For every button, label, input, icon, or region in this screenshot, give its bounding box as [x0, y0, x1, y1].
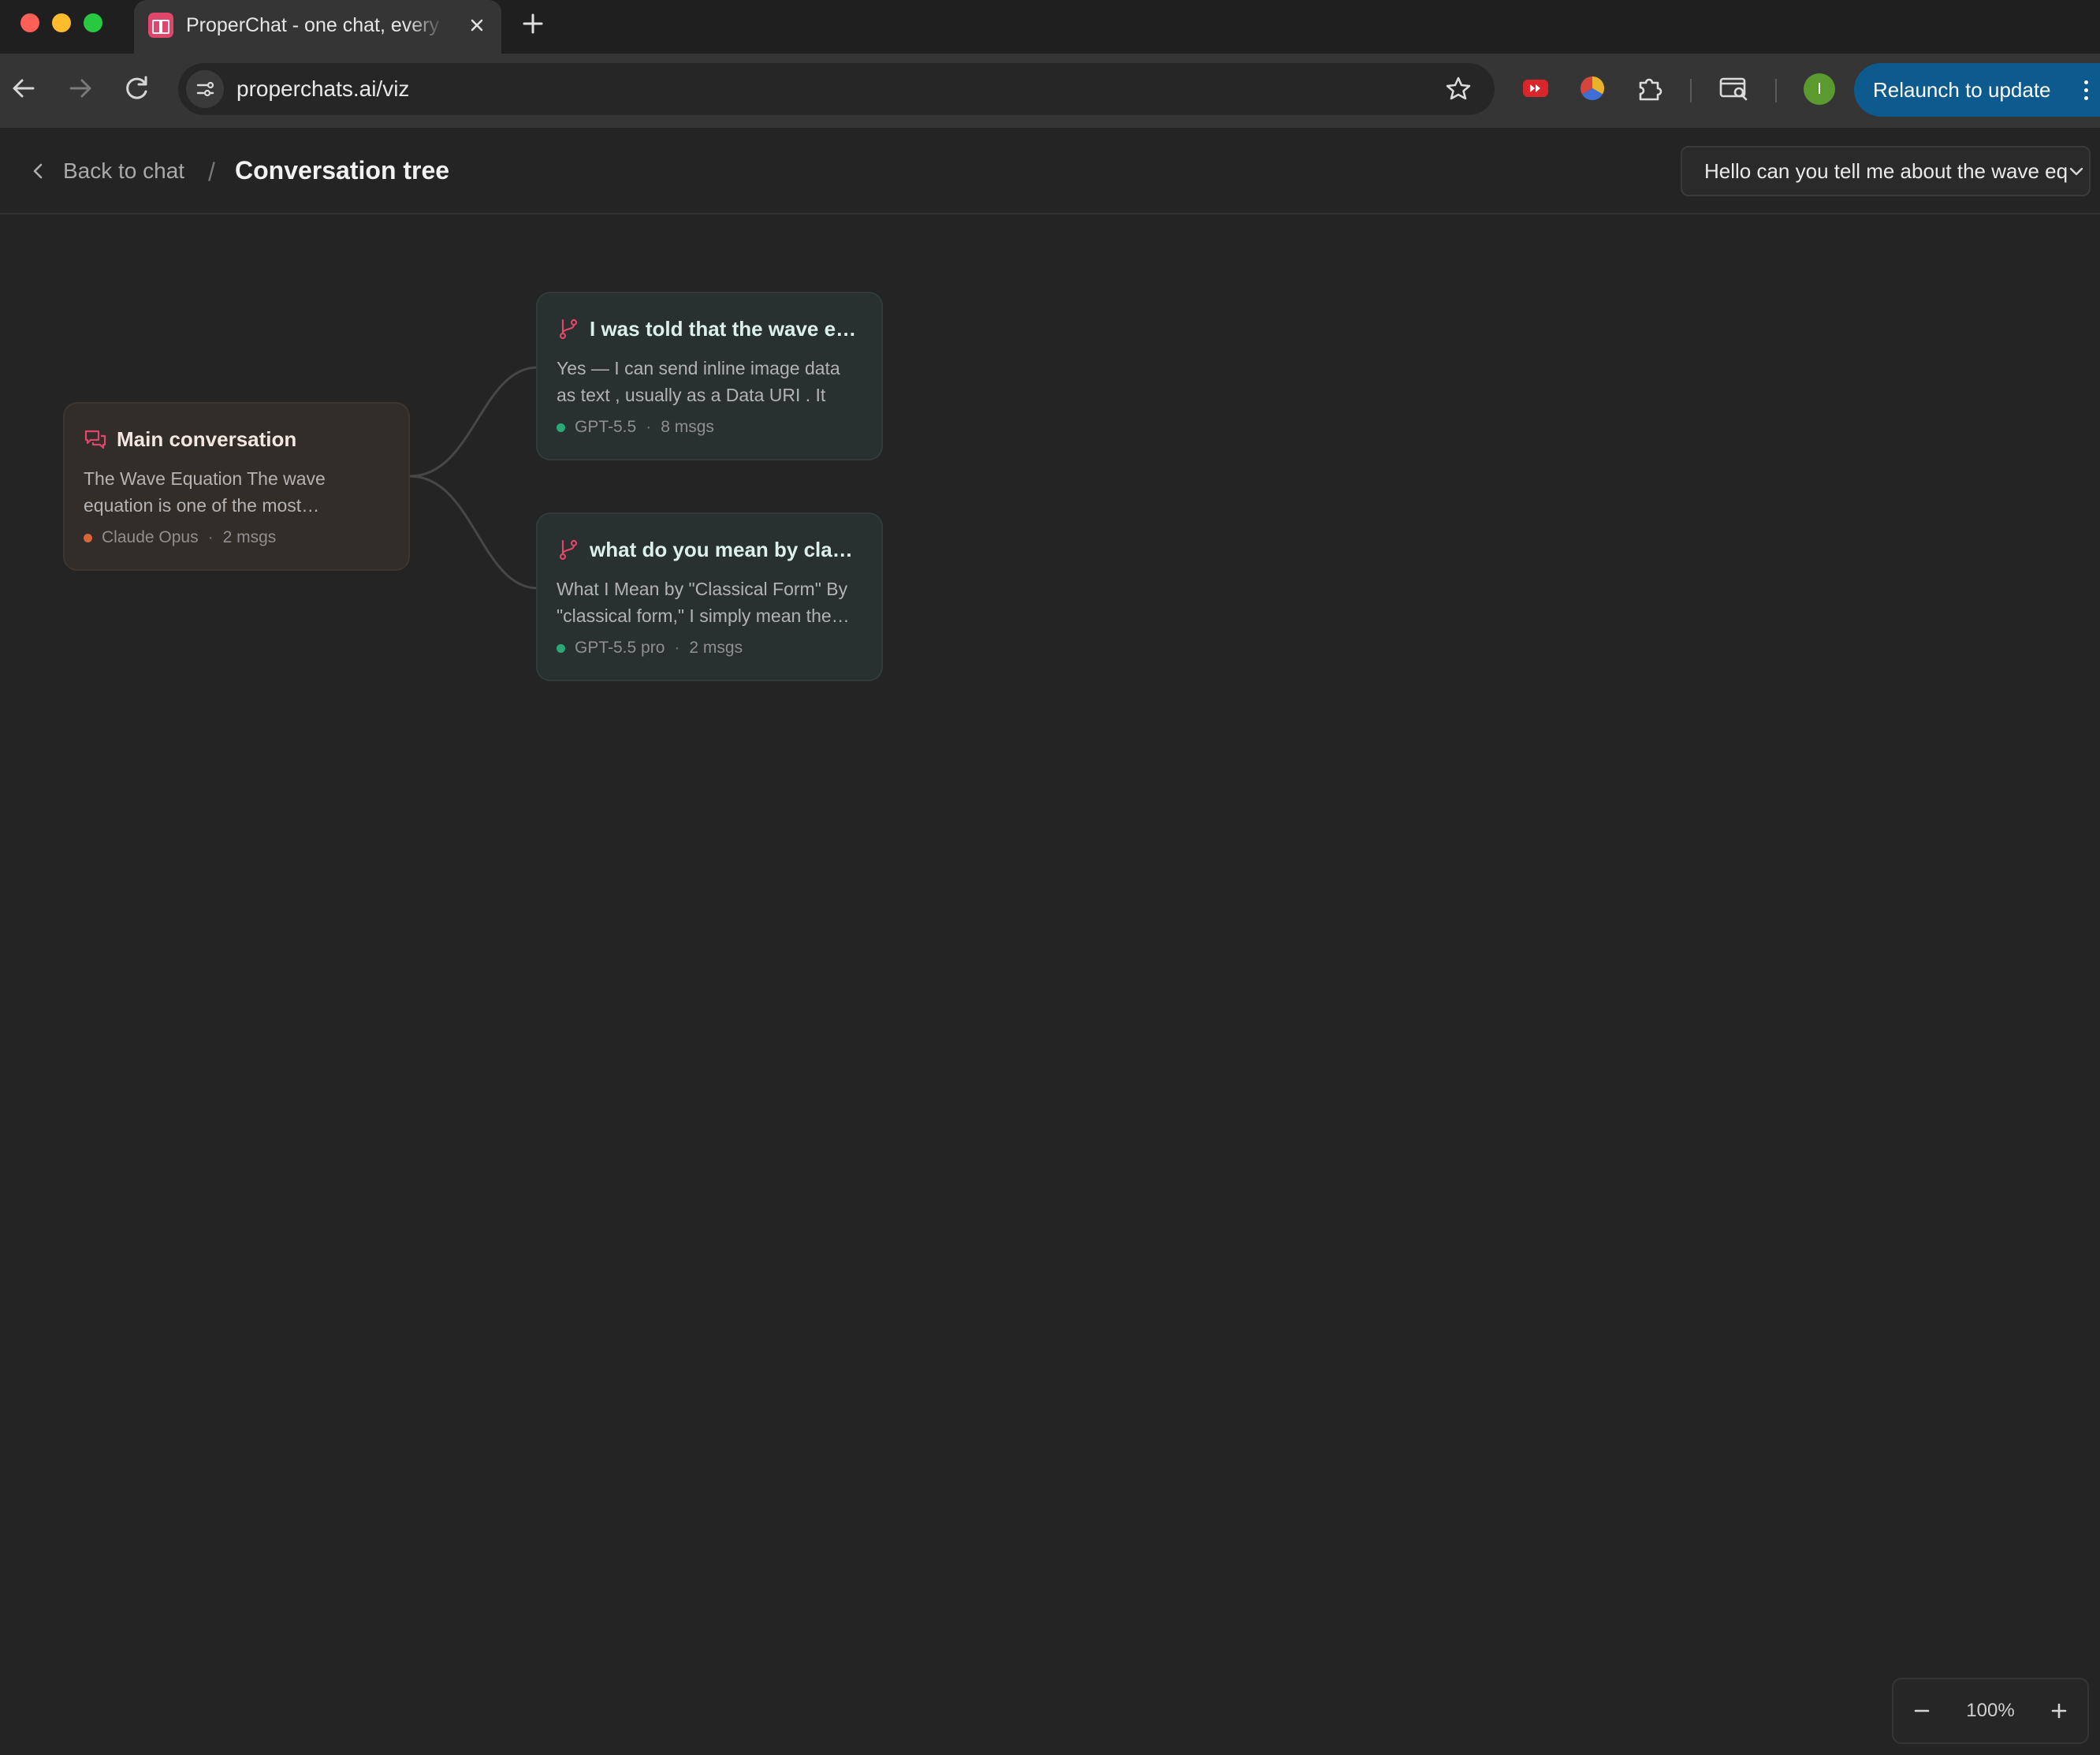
- browser-tab[interactable]: ProperChat - one chat, every: [134, 0, 501, 54]
- node-message-count: 2 msgs: [222, 528, 277, 546]
- zoom-out-button[interactable]: [1893, 1679, 1950, 1742]
- conversation-select[interactable]: Hello can you tell me about the wave equ…: [1681, 146, 2091, 196]
- relaunch-button[interactable]: Relaunch to update: [1854, 63, 2100, 117]
- node-message-count: 2 msgs: [689, 639, 743, 657]
- node-model: GPT-5.5: [575, 418, 637, 436]
- close-tab-icon[interactable]: [464, 12, 490, 39]
- node-title: I was told that the wave equation: [590, 316, 862, 341]
- meta-separator: ·: [674, 639, 680, 657]
- close-window-button[interactable]: [20, 13, 39, 32]
- branch-node[interactable]: I was told that the wave equation Yes — …: [536, 292, 883, 460]
- browser-toolbar: properchats.ai/viz I Relaunch to update: [0, 54, 2100, 128]
- node-title: what do you mean by classical form: [590, 537, 862, 561]
- video-extension-icon[interactable]: [1518, 71, 1553, 106]
- node-model: GPT-5.5 pro: [575, 639, 665, 657]
- color-extension-icon[interactable]: [1575, 71, 1610, 106]
- back-arrow-icon[interactable]: [5, 69, 43, 107]
- node-model: Claude Opus: [102, 528, 199, 546]
- toolbar-divider: [1690, 79, 1692, 102]
- tab-search-icon[interactable]: [1717, 71, 1752, 106]
- minus-icon: [1914, 1709, 1930, 1712]
- tab-title: ProperChat - one chat, every: [186, 14, 439, 36]
- git-branch-icon: [559, 539, 578, 561]
- back-to-chat-button[interactable]: Back to chat: [28, 151, 184, 191]
- meta-separator: ·: [646, 418, 652, 436]
- meta-separator: ·: [207, 528, 214, 546]
- back-to-chat-label: Back to chat: [63, 158, 185, 183]
- breadcrumb-separator: /: [208, 158, 215, 186]
- forward-arrow-icon[interactable]: [61, 69, 99, 107]
- node-title: Main conversation: [117, 427, 297, 451]
- more-menu-icon[interactable]: [2084, 80, 2089, 101]
- address-bar[interactable]: properchats.ai/viz: [178, 63, 1495, 115]
- git-branch-icon: [559, 319, 578, 340]
- profile-avatar[interactable]: I: [1804, 73, 1835, 105]
- chevron-left-icon: [33, 163, 43, 179]
- browser-titlebar: ProperChat - one chat, every: [0, 0, 2100, 54]
- chat-bubbles-icon: [84, 430, 106, 449]
- edge-main-to-branch-1: [409, 366, 538, 478]
- toolbar-divider: [1775, 79, 1777, 102]
- properchat-favicon-icon: [148, 13, 173, 38]
- bookmark-star-icon[interactable]: [1443, 73, 1474, 105]
- chevron-down-icon: [2069, 167, 2083, 176]
- new-tab-icon[interactable]: [517, 8, 549, 39]
- edge-main-to-branch-2: [409, 475, 538, 590]
- site-info-icon[interactable]: [186, 70, 224, 108]
- plus-icon: [2051, 1703, 2067, 1719]
- main-conversation-node[interactable]: Main conversation The Wave Equation The …: [63, 402, 410, 571]
- maximize-window-button[interactable]: [84, 13, 102, 32]
- branch-node[interactable]: what do you mean by classical form What …: [536, 512, 883, 681]
- zoom-control: 100%: [1892, 1678, 2089, 1744]
- node-preview: Yes — I can send inline image data as te…: [557, 358, 840, 405]
- relaunch-label: Relaunch to update: [1873, 78, 2051, 102]
- tree-canvas[interactable]: Main conversation The Wave Equation The …: [0, 216, 2100, 1755]
- zoom-level: 100%: [1966, 1700, 2015, 1721]
- reload-icon[interactable]: [118, 69, 156, 107]
- node-preview: What I Mean by "Classical Form" By "clas…: [557, 579, 848, 626]
- minimize-window-button[interactable]: [52, 13, 71, 32]
- extensions-puzzle-icon[interactable]: [1633, 71, 1668, 106]
- node-preview: The Wave Equation The wave equation is o…: [84, 468, 326, 516]
- model-status-dot: [557, 643, 565, 653]
- node-message-count: 8 msgs: [661, 418, 714, 436]
- zoom-in-button[interactable]: [2031, 1679, 2087, 1742]
- page-title: Conversation tree: [235, 156, 450, 184]
- model-status-dot: [84, 533, 92, 542]
- conversation-select-value: Hello can you tell me about the wave equ…: [1704, 159, 2068, 183]
- url-text[interactable]: properchats.ai/viz: [236, 63, 409, 115]
- model-status-dot: [557, 423, 565, 432]
- app-header: Back to chat / Conversation tree Hello c…: [0, 128, 2100, 214]
